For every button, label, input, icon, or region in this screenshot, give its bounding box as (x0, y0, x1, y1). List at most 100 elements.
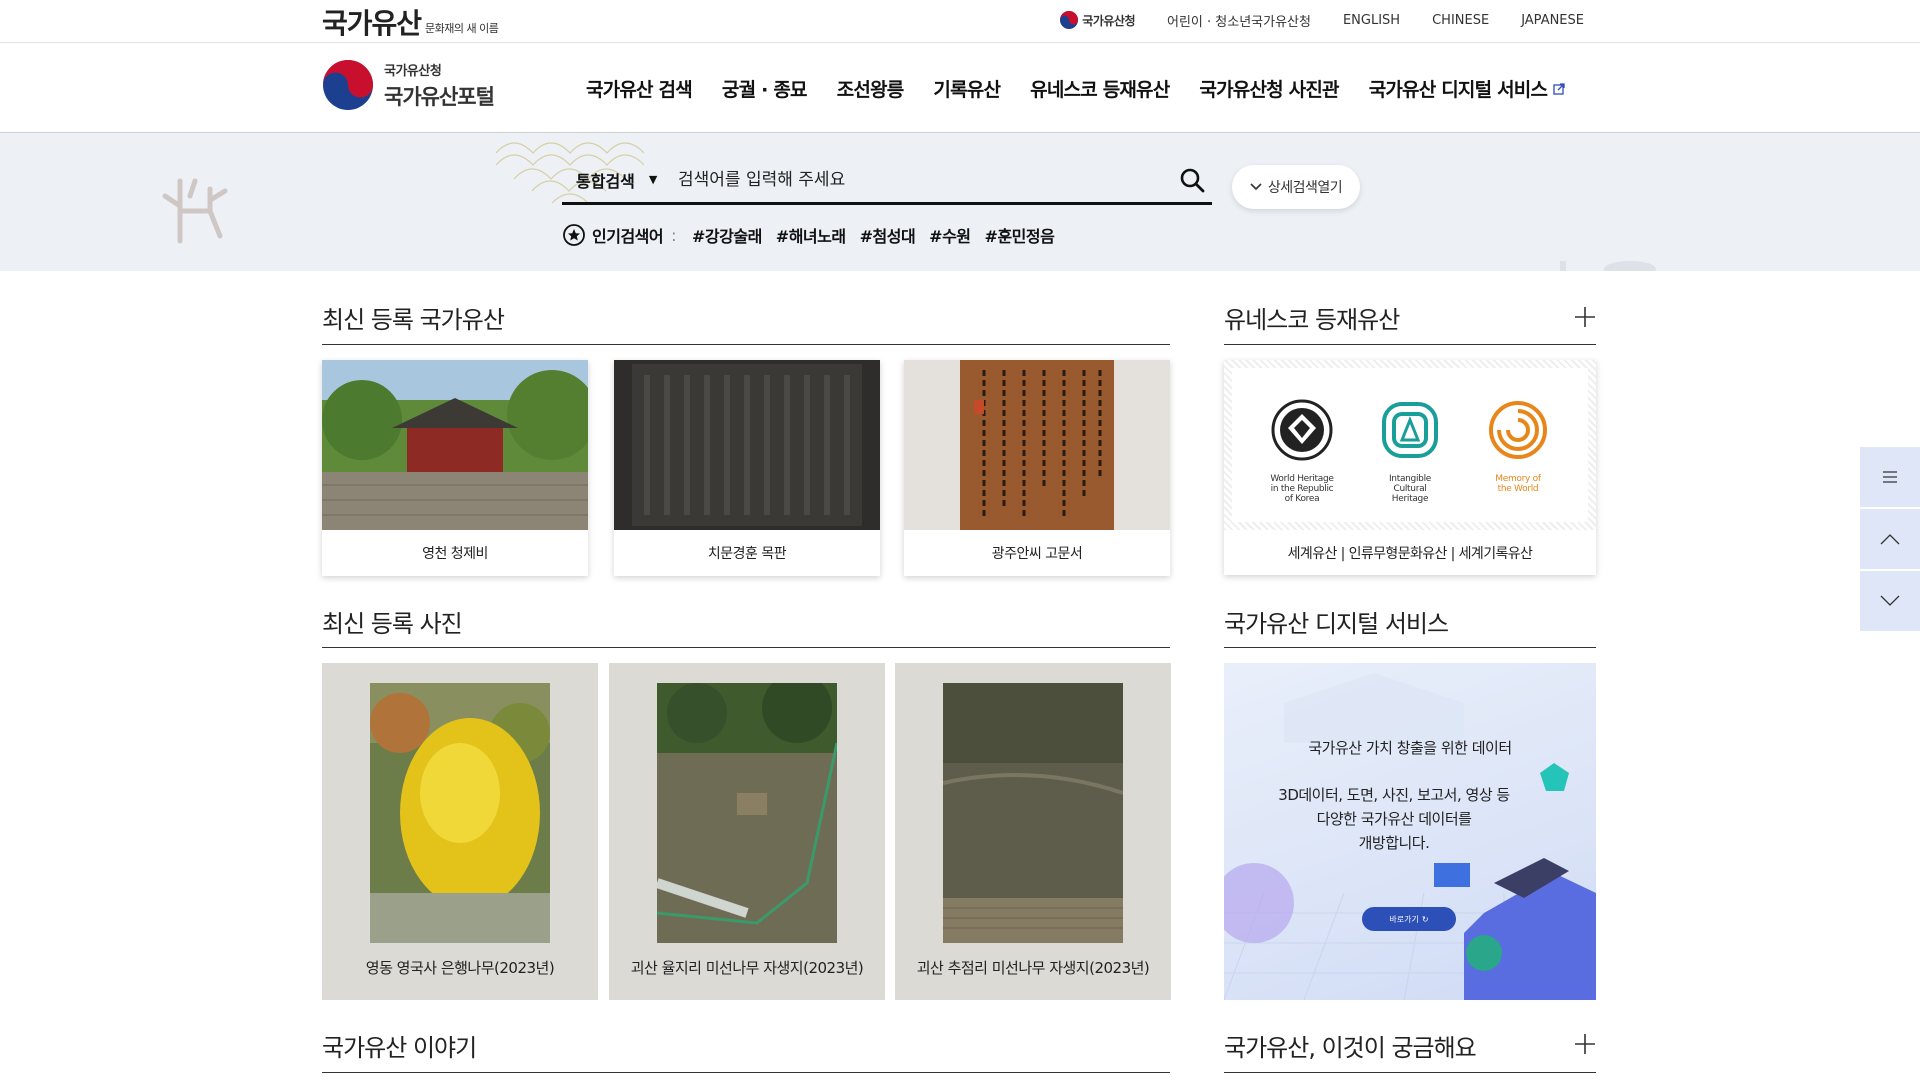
plus-icon[interactable] (1574, 1033, 1596, 1055)
photo-card[interactable]: 영동 영국사 은행나무(2023년) (322, 663, 598, 1000)
popular-colon: : (671, 225, 676, 245)
photo-caption: 영동 영국사 은행나무(2023년) (365, 959, 555, 977)
popular-keywords: 인기검색어 : #강강술래 #해녀노래 #첨성대 #수원 #훈민정음 (562, 223, 1055, 247)
advanced-search-label: 상세검색열기 (1267, 180, 1343, 196)
nav-unesco[interactable]: 유네스코 등재유산 (1030, 75, 1170, 102)
intangible-heritage-icon (1382, 402, 1438, 458)
japanese-link[interactable]: JAPANESE (1521, 13, 1584, 28)
logo-agency: 국가유산청 (384, 63, 442, 79)
section-divider (322, 1072, 1170, 1073)
unesco-caption: 세계유산 | 인류무형문화유산 | 세계기록유산 (1287, 545, 1533, 562)
section-divider (322, 344, 1170, 345)
portal-logo[interactable]: 국가유산청 국가유산포털 (322, 59, 495, 111)
plus-icon[interactable] (1574, 306, 1596, 328)
digital-service-banner[interactable]: 국가유산 가치 창출을 위한 데이터 3D데이터, 도면, 사진, 보고서, 영… (1224, 663, 1596, 1000)
heritage-caption: 치문경훈 목판 (707, 546, 787, 562)
section-divider (322, 647, 1170, 648)
popular-label-group: 인기검색어 : (562, 223, 676, 247)
heritage-story-title: 국가유산 이야기 (322, 1034, 477, 1062)
logo-portal: 국가유산포털 (384, 84, 495, 109)
unesco-logo-intangible: Intangible Cultural Heritage (1370, 398, 1450, 522)
popular-keyword[interactable]: #해녀노래 (776, 223, 846, 247)
search-input[interactable] (678, 169, 1172, 190)
heritage-image-pavilion (322, 360, 588, 530)
heritage-image-woodblock (614, 360, 880, 530)
external-link-icon (1553, 82, 1565, 95)
nav-photo-gallery[interactable]: 국가유산청 사진관 (1199, 75, 1339, 102)
photo-card[interactable]: 괴산 율지리 미선나무 자생지(2023년) (609, 663, 885, 1000)
kids-link[interactable]: 어린이 · 청소년국가유산청 (1167, 11, 1311, 30)
heritage-card[interactable]: 치문경훈 목판 (614, 360, 880, 576)
triangle-down-icon: ▼ (648, 173, 658, 186)
taegeuk-icon (1060, 11, 1079, 29)
chevron-up-icon (1880, 534, 1900, 545)
world-heritage-icon (1271, 399, 1333, 461)
unesco-frame: World Heritage in the Republic of Korea In… (1224, 360, 1596, 530)
heritage-card[interactable]: 영천 청제비 (322, 360, 588, 576)
nav-digital-label: 국가유산 디지털 서비스 (1368, 79, 1548, 101)
nav-digital-service[interactable]: 국가유산 디지털 서비스 (1369, 75, 1565, 102)
brand-main: 국가유산 (322, 7, 422, 40)
search-scope-label: 통합검색 (576, 171, 635, 191)
star-circle-icon (563, 224, 585, 246)
photo-caption: 괴산 추점리 미선나무 자생지(2023년) (916, 959, 1150, 977)
unesco-logo-label: Memory of the World (1495, 474, 1541, 494)
photo-ginkgo-tree (370, 683, 550, 943)
photo-caption: 괴산 율지리 미선나무 자생지(2023년) (630, 959, 864, 977)
heritage-image-document (904, 360, 1170, 530)
main-header: 국가유산청 국가유산포털 국가유산 검색 궁궐 · 종묘 조선왕릉 기록유산 유… (0, 43, 1920, 133)
agency-label: 국가유산청 (1082, 13, 1135, 28)
unesco-logo-memory: Memory of the World (1478, 398, 1558, 522)
search-icon (1180, 168, 1205, 192)
popular-keyword[interactable]: #훈민정음 (985, 223, 1055, 247)
hamburger-icon (1883, 471, 1897, 483)
quick-menu (1860, 447, 1920, 633)
digital-description: 3D데이터, 도면, 사진, 보고서, 영상 등 다양한 국가유산 데이터를 개… (1278, 786, 1510, 852)
ornament-decoration-right (1560, 261, 1656, 271)
quick-menu-button[interactable] (1860, 447, 1920, 507)
chevron-down-icon (1250, 183, 1262, 191)
agency-link[interactable]: 국가유산청 (1059, 10, 1135, 30)
heritage-card[interactable]: 광주안씨 고문서 (904, 360, 1170, 576)
popular-keyword[interactable]: #수원 (929, 223, 971, 247)
digital-go-label: 바로가기 (1389, 914, 1419, 924)
unesco-logo-label: World Heritage in the Republic of Korea (1270, 474, 1334, 504)
english-link[interactable]: ENGLISH (1343, 13, 1400, 28)
popular-label: 인기검색어 (592, 227, 664, 246)
refresh-icon: ↻ (1421, 914, 1429, 924)
digital-go-button[interactable]: 바로가기 ↻ (1362, 907, 1456, 931)
latest-photos-title: 최신 등록 사진 (322, 610, 463, 638)
search-button[interactable] (1172, 160, 1212, 200)
scroll-bottom-button[interactable] (1860, 571, 1920, 631)
heritage-caption: 광주안씨 고문서 (991, 546, 1083, 562)
popular-keyword[interactable]: #강강술래 (692, 223, 762, 247)
search-box: 통합검색 ▼ (562, 157, 1212, 205)
section-divider (1224, 1072, 1596, 1073)
page: 국가유산 문화재의 새 이름 국가유산청 어린이 · 청소년국가유산청 ENGL… (0, 0, 1920, 1080)
heritage-caption: 영천 청제비 (422, 546, 488, 562)
search-scope-select[interactable]: 통합검색 ▼ (562, 168, 678, 192)
scroll-top-button[interactable] (1860, 509, 1920, 569)
digital-headline: 국가유산 가치 창출을 위한 데이터 (1308, 739, 1512, 757)
nav-heritage-search[interactable]: 국가유산 검색 (586, 75, 693, 102)
nav-royal-tombs[interactable]: 조선왕릉 (837, 75, 905, 102)
unesco-logo-label: Intangible Cultural Heritage (1388, 474, 1432, 504)
photo-forsythia-site-2 (943, 683, 1123, 943)
faq-title: 국가유산, 이것이 궁금해요 (1224, 1034, 1477, 1062)
unesco-logo-world-heritage: World Heritage in the Republic of Korea (1262, 398, 1342, 522)
section-divider (1224, 344, 1596, 345)
latest-heritage-title: 최신 등록 국가유산 (322, 306, 505, 334)
unesco-title: 유네스코 등재유산 (1224, 306, 1400, 334)
advanced-search-button[interactable]: 상세검색열기 (1232, 165, 1360, 209)
nav-palaces[interactable]: 궁궐 · 종묘 (722, 75, 808, 102)
chinese-link[interactable]: CHINESE (1432, 13, 1489, 28)
unesco-card[interactable]: World Heritage in the Republic of Korea In… (1224, 360, 1596, 575)
utility-bar: 국가유산 문화재의 새 이름 국가유산청 어린이 · 청소년국가유산청 ENGL… (0, 0, 1920, 43)
photo-card[interactable]: 괴산 추점리 미선나무 자생지(2023년) (895, 663, 1171, 1000)
popular-keyword[interactable]: #첨성대 (860, 223, 916, 247)
brand-wordmark[interactable]: 국가유산 문화재의 새 이름 (322, 2, 499, 42)
section-divider (1224, 647, 1596, 648)
search-band: 통합검색 ▼ 상세검색열기 인기검색 (0, 133, 1920, 271)
unesco-logos: World Heritage in the Republic of Korea In… (1232, 368, 1588, 522)
nav-documentary[interactable]: 기록유산 (933, 75, 1001, 102)
